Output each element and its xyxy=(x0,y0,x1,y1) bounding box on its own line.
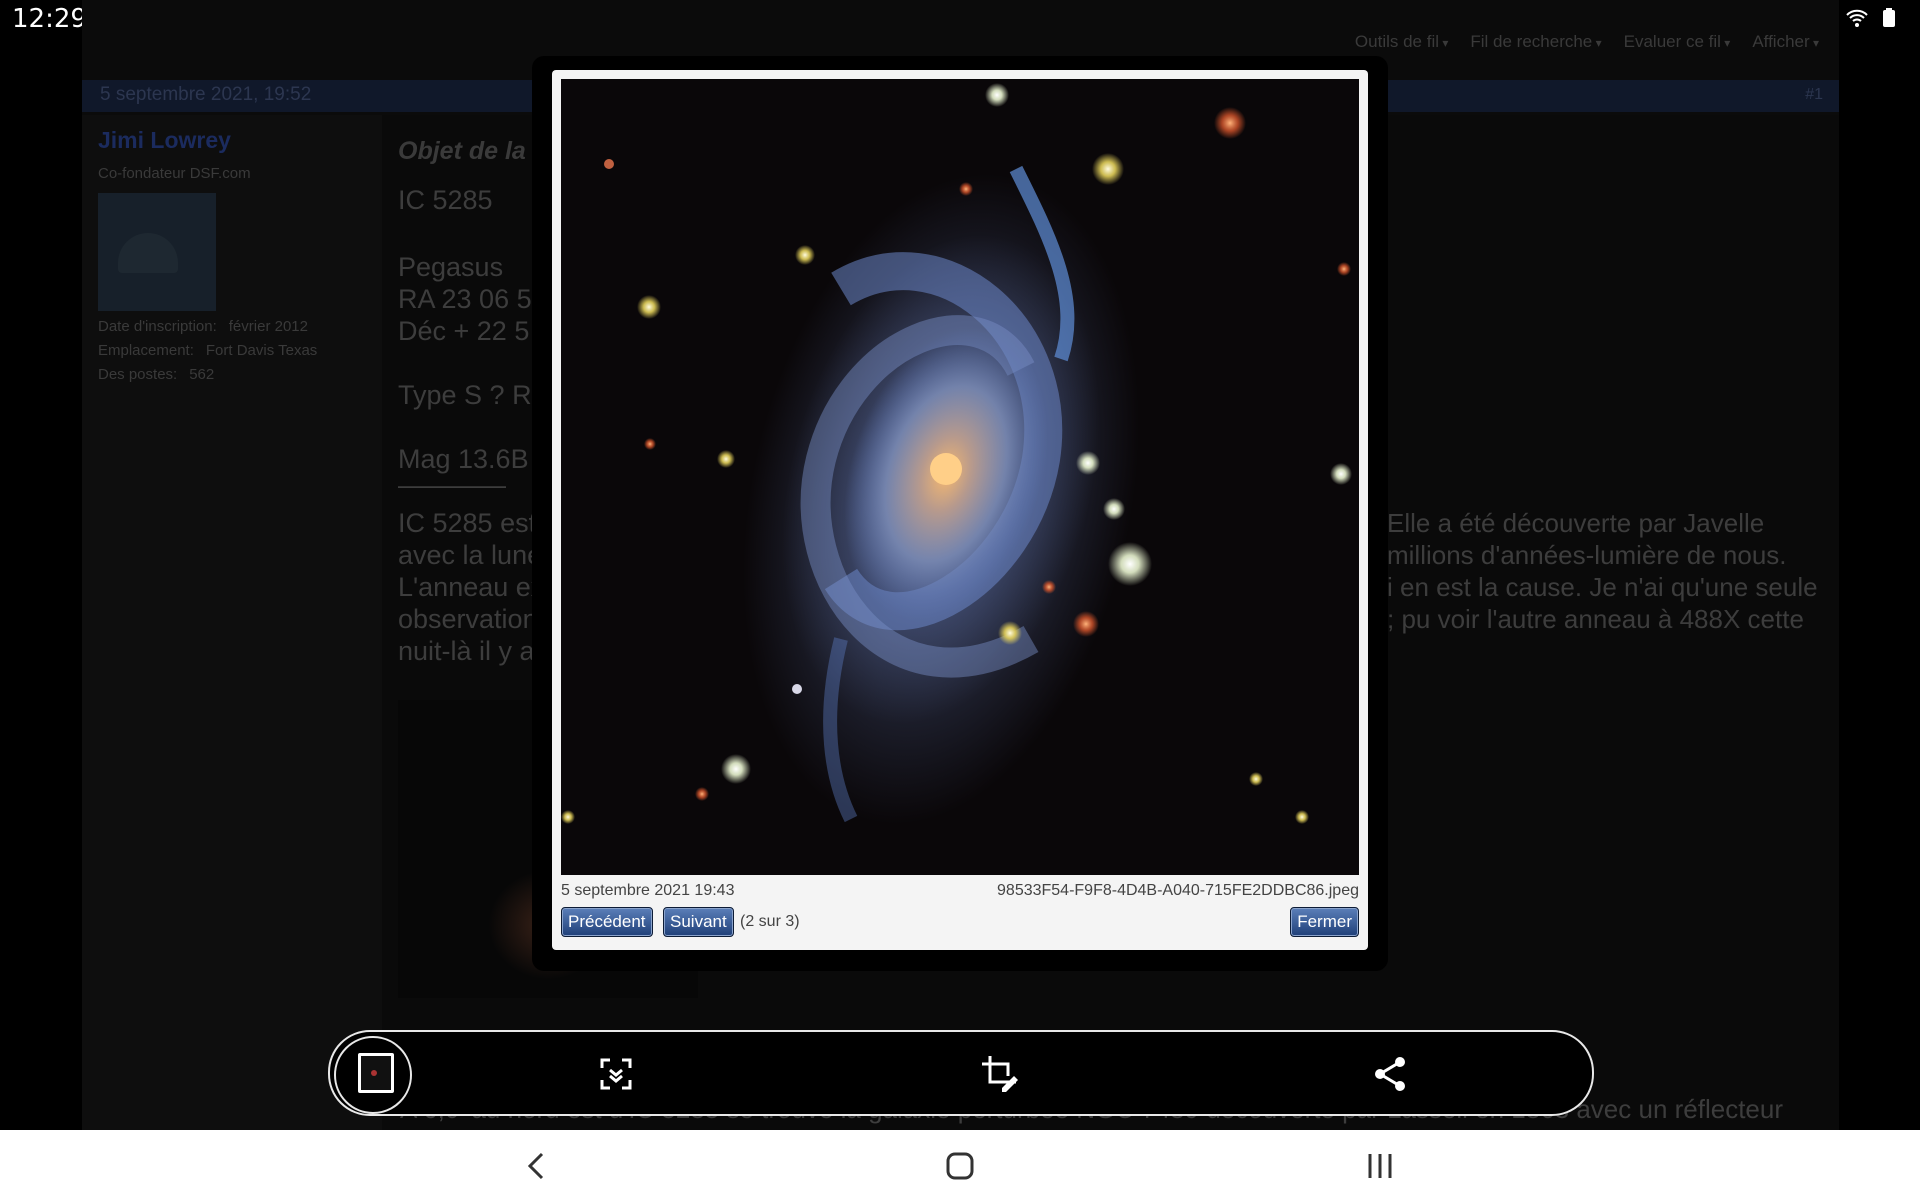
post-title: Objet de la xyxy=(398,137,526,165)
screenshot-toolbar xyxy=(328,1030,1594,1116)
join-date: Date d'inscription: février 2012 xyxy=(98,318,308,335)
post-line: Elle a été découverte par Javelle xyxy=(1387,508,1765,538)
post-line: avec la lune xyxy=(398,540,543,570)
crop-edit-icon[interactable] xyxy=(980,1054,1020,1094)
post-line: ———— xyxy=(398,470,506,500)
navigation-bar xyxy=(0,1130,1920,1200)
location: Emplacement: Fort Davis Texas xyxy=(98,342,318,359)
post-line: i en est la cause. Je n'ai qu'une seule xyxy=(1387,572,1818,602)
close-button[interactable]: Fermer xyxy=(1290,907,1359,937)
user-title: Co-fondateur DSF.com xyxy=(98,165,251,182)
username[interactable]: Jimi Lowrey xyxy=(98,127,231,154)
post-count: Des postes: 562 xyxy=(98,366,215,383)
nav-display[interactable]: Afficher xyxy=(1752,32,1819,52)
post-line: nuit-là il y a xyxy=(398,636,535,666)
post-line: IC 5285 xyxy=(398,185,493,215)
image-filename: 98533F54-F9F8-4D4B-A040-715FE2DDBC86.jpe… xyxy=(997,882,1359,899)
nav-thread-tools[interactable]: Outils de fil xyxy=(1355,32,1448,52)
user-info: Date d'inscription: février 2012 Emplacem… xyxy=(98,315,317,387)
post-line: observation xyxy=(398,604,538,634)
forum-nav: Outils de fil Fil de recherche Evaluer c… xyxy=(1355,32,1819,52)
nav-rate-thread[interactable]: Evaluer ce fil xyxy=(1624,32,1731,52)
wifi-icon xyxy=(1846,9,1868,27)
image-date: 5 septembre 2021 19:43 xyxy=(561,882,735,899)
nav-search-thread[interactable]: Fil de recherche xyxy=(1470,32,1601,52)
previous-button[interactable]: Précédent xyxy=(561,907,653,937)
post-number[interactable]: #1 xyxy=(1805,86,1823,104)
recents-icon[interactable] xyxy=(1362,1148,1398,1184)
thumbnail-button[interactable] xyxy=(334,1036,412,1114)
avatar[interactable] xyxy=(98,193,216,311)
post-line: millions d'années-lumière de nous. xyxy=(1387,540,1787,570)
post-line: Pegasus xyxy=(398,252,504,282)
scan-text-icon[interactable] xyxy=(596,1054,636,1094)
home-icon[interactable] xyxy=(942,1148,978,1184)
back-icon[interactable] xyxy=(520,1148,556,1184)
thumbnail-icon xyxy=(358,1053,394,1093)
galaxy-image xyxy=(561,79,1359,875)
user-panel: Jimi Lowrey Co-fondateur DSF.com Date d'… xyxy=(82,115,382,1130)
post-line: ; pu voir l'autre anneau à 488X cette xyxy=(1387,604,1804,634)
image-counter: (2 sur 3) xyxy=(740,913,800,930)
post-line: RA 23 06 5 xyxy=(398,284,532,314)
next-button[interactable]: Suivant xyxy=(663,907,734,937)
battery-icon xyxy=(1883,8,1895,27)
post-line: Déc + 22 5 xyxy=(398,316,530,346)
image-lightbox: 5 septembre 2021 19:43 98533F54-F9F8-4D4… xyxy=(552,70,1368,950)
post-line: IC 5285 est xyxy=(398,508,537,538)
post-line: Type S ? Ri xyxy=(398,380,538,410)
clock: 12:29 xyxy=(12,4,87,34)
share-icon[interactable] xyxy=(1370,1054,1410,1094)
post-line: L'anneau ex xyxy=(398,572,545,602)
post-date: 5 septembre 2021, 19:52 xyxy=(100,84,312,105)
